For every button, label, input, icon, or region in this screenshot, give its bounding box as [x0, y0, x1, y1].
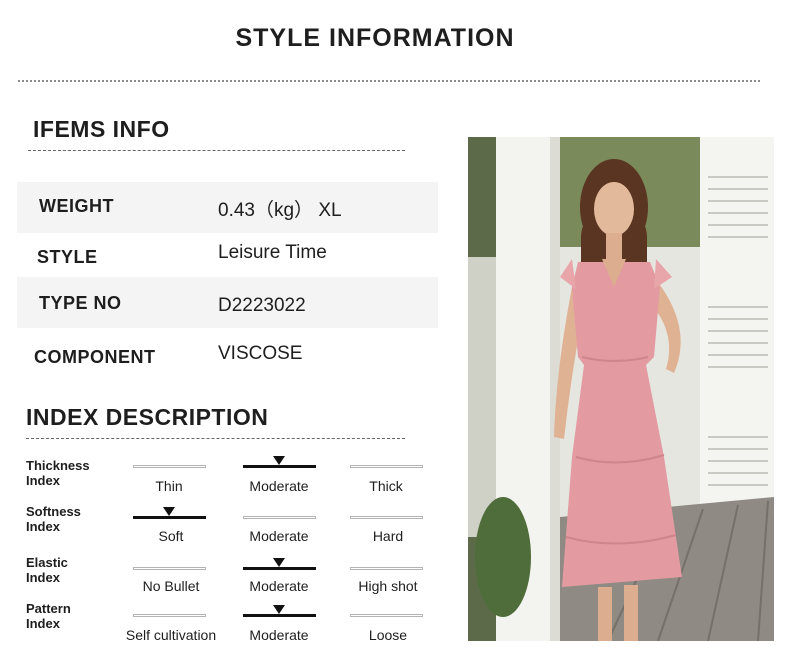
- component-label: COMPONENT: [34, 347, 156, 367]
- pattern-option-self-cultivation: Self cultivation: [125, 627, 217, 643]
- elastic-no-bullet-line: [133, 567, 206, 570]
- elastic-index-label: Elastic Index: [26, 555, 68, 585]
- pattern-loose-line: [350, 614, 423, 617]
- elastic-high-shot-line: [350, 567, 423, 570]
- thickness-thick-line: [350, 465, 423, 468]
- elastic-label-line1: Elastic: [26, 555, 68, 570]
- pattern-label-line1: Pattern: [26, 601, 71, 616]
- pattern-self-cultivation-line: [133, 614, 206, 617]
- softness-label-line1: Softness: [26, 504, 81, 519]
- thickness-moderate-line: [243, 465, 316, 468]
- thickness-option-thin: Thin: [155, 478, 183, 494]
- softness-option-moderate: Moderate: [249, 528, 309, 544]
- softness-moderate-line: [243, 516, 316, 519]
- thickness-label-line1: Thickness: [26, 458, 90, 473]
- pattern-option-loose: Loose: [368, 627, 408, 643]
- weight-value: 0.43（kg） XL: [218, 200, 342, 221]
- thickness-index-label: Thickness Index: [26, 458, 90, 488]
- softness-hard-line: [350, 516, 423, 519]
- thickness-thin-line: [133, 465, 206, 468]
- softness-soft-line: [133, 516, 206, 519]
- thickness-option-thick: Thick: [369, 478, 403, 494]
- thickness-label-line2: Index: [26, 473, 60, 488]
- items-info-divider: [28, 150, 405, 151]
- style-label: STYLE: [37, 247, 98, 267]
- elastic-option-no-bullet: No Bullet: [142, 578, 200, 594]
- pattern-moderate-line: [243, 614, 316, 617]
- triangle-down-icon: [163, 507, 175, 516]
- index-description-divider: [26, 438, 405, 439]
- elastic-label-line2: Index: [26, 570, 60, 585]
- triangle-down-icon: [273, 456, 285, 465]
- thickness-option-moderate: Moderate: [249, 478, 309, 494]
- component-value: VISCOSE: [218, 343, 303, 364]
- softness-label-line2: Index: [26, 519, 60, 534]
- weight-label: WEIGHT: [39, 196, 114, 216]
- pattern-option-moderate: Moderate: [249, 627, 309, 643]
- softness-option-soft: Soft: [158, 528, 184, 544]
- softness-option-hard: Hard: [372, 528, 404, 544]
- type-no-value: D2223022: [218, 295, 306, 316]
- elastic-option-high-shot: High shot: [358, 578, 418, 594]
- index-description-heading: INDEX DESCRIPTION: [26, 404, 269, 430]
- page-title: STYLE INFORMATION: [235, 24, 515, 52]
- pattern-index-label: Pattern Index: [26, 601, 71, 631]
- elastic-moderate-line: [243, 567, 316, 570]
- pattern-label-line2: Index: [26, 616, 60, 631]
- triangle-down-icon: [273, 605, 285, 614]
- product-photo: [468, 137, 774, 641]
- softness-index-label: Softness Index: [26, 504, 81, 534]
- style-value: Leisure Time: [218, 242, 327, 263]
- items-info-heading: IFEMS INFO: [33, 116, 170, 142]
- title-divider: [18, 80, 760, 82]
- triangle-down-icon: [273, 558, 285, 567]
- elastic-option-moderate: Moderate: [249, 578, 309, 594]
- type-no-label: TYPE NO: [39, 293, 122, 313]
